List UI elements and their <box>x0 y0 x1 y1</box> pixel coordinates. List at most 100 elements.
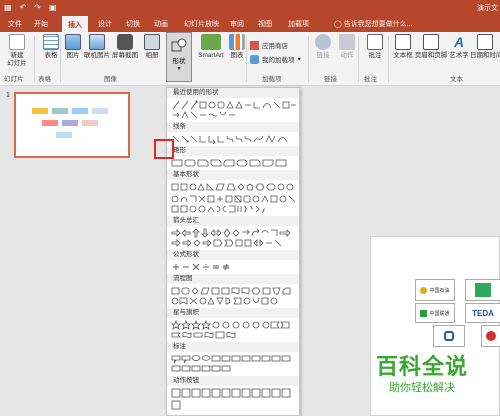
shape-row-stars-1[interactable] <box>171 320 297 330</box>
new-slide-label: 新建 幻灯片 <box>7 52 27 67</box>
telecom-icon <box>444 331 454 341</box>
chart-button[interactable]: 图表 <box>222 34 252 60</box>
tab-insert[interactable]: 插入 <box>62 16 88 32</box>
title-bar: ▦ ↶ ↷ ▣ 演示文 <box>0 0 500 16</box>
slide-number: 1 <box>6 92 10 99</box>
shape-row-flowchart-2[interactable] <box>171 296 297 306</box>
tab-home[interactable]: 开始 <box>34 19 48 29</box>
ribbon-tabs: 文件 开始 插入 设计 切换 动画 幻灯片放映 审阅 视图 加载项 ◯ 告诉我您… <box>0 16 500 32</box>
partial-logo-icon <box>486 331 496 341</box>
group-separator <box>358 36 359 82</box>
undo-icon[interactable]: ↶ <box>20 3 27 13</box>
textbox-icon <box>395 34 411 50</box>
watermark-main: 百科全说 <box>376 354 469 379</box>
save-icon[interactable]: ▦ <box>4 3 12 13</box>
shape-row-action-buttons-2[interactable] <box>171 400 297 410</box>
header-footer-label: 页眉和页脚 <box>414 52 448 59</box>
shape-row-callouts-1[interactable] <box>171 354 297 364</box>
tab-review[interactable]: 审阅 <box>230 19 244 29</box>
tab-transitions[interactable]: 切换 <box>126 19 140 29</box>
chevron-down-icon: ▾ <box>297 56 301 63</box>
group-label-tables: 表格 <box>38 76 51 83</box>
logo-label: TEDA <box>472 308 494 318</box>
shape-row-equation[interactable] <box>171 262 297 272</box>
store-icon <box>250 40 259 50</box>
album-label: 相册 <box>145 52 159 59</box>
category-flowchart: 流程图 <box>167 274 299 284</box>
tab-animations[interactable]: 动画 <box>154 19 168 29</box>
lightbulb-icon: ◯ <box>334 21 344 28</box>
watermark-sub: 助你轻松解决 <box>389 382 455 394</box>
quick-access-toolbar: ▦ ↶ ↷ ▣ <box>4 3 57 13</box>
screenshot-label: 屏幕截图 <box>112 52 138 59</box>
group-label-comments: 批注 <box>364 76 377 83</box>
shape-row-lines[interactable] <box>171 134 297 144</box>
logo-china-telecom <box>433 325 465 347</box>
group-label-links: 链接 <box>324 76 337 83</box>
camera-icon <box>117 34 133 50</box>
shape-row-basic-2[interactable] <box>171 194 297 204</box>
redo-icon[interactable]: ↷ <box>34 3 41 13</box>
window-title: 演示文 <box>477 5 498 12</box>
addins-icon <box>250 54 259 64</box>
thumb-logo <box>82 120 98 126</box>
logo-china-mobile <box>465 279 500 301</box>
slideshow-start-icon[interactable]: ▣ <box>49 3 57 13</box>
watermark: 百科全说 助你轻松解决 <box>376 355 468 395</box>
chart-icon <box>229 34 245 50</box>
shape-row-callouts-2[interactable] <box>171 364 297 374</box>
tab-file[interactable]: 文件 <box>8 19 22 29</box>
app-store-button[interactable]: 应用商店 <box>250 40 288 50</box>
datetime-button[interactable]: 日期和时间 <box>470 34 500 60</box>
shape-row-rectangles[interactable] <box>171 158 297 168</box>
logo-partial <box>481 325 500 347</box>
tell-me-search[interactable]: ◯ 告诉我您想要做什么... <box>334 19 413 29</box>
comment-button[interactable]: 批注 <box>360 34 390 60</box>
new-slide-button[interactable]: 新建 幻灯片 <box>2 34 32 68</box>
shape-row-arrows-2[interactable] <box>171 238 297 248</box>
shape-row-basic-1[interactable] <box>171 182 297 192</box>
online-image-icon <box>89 34 105 50</box>
wordart-icon: A <box>453 34 465 50</box>
category-lines: 线条 <box>167 122 299 132</box>
logo-petrochina: 中国石油 <box>415 279 455 301</box>
slide-thumbnail[interactable] <box>14 92 130 158</box>
thumb-logo <box>32 108 48 114</box>
logo-teda: TEDA <box>465 303 500 323</box>
category-equation: 公式形状 <box>167 250 299 260</box>
shapes-button[interactable]: 形状 ▾ <box>166 32 192 82</box>
screenshot-button[interactable]: 屏幕截图 <box>110 34 140 60</box>
unicom-icon <box>420 309 428 317</box>
chart-label: 图表 <box>230 52 244 59</box>
tab-design[interactable]: 设计 <box>98 19 112 29</box>
shape-row-flowchart-1[interactable] <box>171 286 297 296</box>
online-image-button[interactable]: 联机图片 <box>82 34 112 60</box>
shape-row-stars-2[interactable] <box>171 330 297 340</box>
header-footer-button[interactable]: 页眉和页脚 <box>414 34 448 60</box>
thumb-logo <box>62 120 78 126</box>
group-label-slides: 幻灯片 <box>4 76 24 83</box>
shapes-dropdown: 最近使用的形状 线条 矩形 基本形状 箭头总汇 公式形状 流程图 星与旗帜 标注… <box>166 87 300 416</box>
shape-row-basic-3[interactable] <box>171 204 297 214</box>
shape-row-action-buttons[interactable] <box>171 388 297 398</box>
category-arrows: 箭头总汇 <box>167 216 299 226</box>
shapes-label: 形状 <box>172 58 186 65</box>
group-label-addins: 加载项 <box>262 76 282 83</box>
album-button[interactable]: 相册 <box>137 34 167 60</box>
my-addins-button[interactable]: 我的加载项 ▾ <box>250 54 301 64</box>
tab-slideshow[interactable]: 幻灯片放映 <box>184 19 219 29</box>
category-rectangles: 矩形 <box>167 146 299 156</box>
shape-row-arrows-1[interactable] <box>171 228 297 238</box>
header-footer-icon <box>423 34 439 50</box>
thumb-logo <box>92 108 108 114</box>
group-separator <box>34 36 35 82</box>
chevron-down-icon: ▾ <box>177 66 181 72</box>
table-icon <box>43 34 59 50</box>
tab-addins[interactable]: 加载项 <box>288 19 309 29</box>
category-callouts: 标注 <box>167 342 299 352</box>
my-addins-label: 我的加载项 <box>262 57 295 64</box>
tab-view[interactable]: 视图 <box>258 19 272 29</box>
action-icon <box>339 34 355 50</box>
shape-row-recent-2[interactable] <box>171 110 297 120</box>
shape-row-recent[interactable] <box>171 100 297 110</box>
